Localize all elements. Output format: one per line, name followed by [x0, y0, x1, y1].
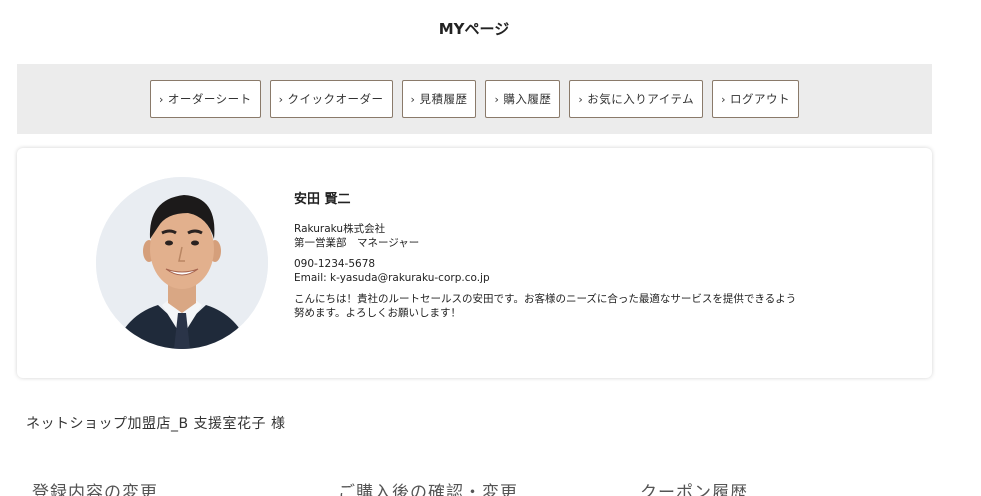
rep-department: 第一営業部 マネージャー — [294, 237, 420, 249]
section-registration-link[interactable]: 登録内容の変更 — [32, 478, 158, 496]
avatar — [96, 177, 268, 349]
chevron-right-icon: › — [494, 92, 500, 106]
nav-order-sheet-button[interactable]: › オーダーシート — [149, 80, 261, 118]
chevron-right-icon: › — [158, 92, 164, 106]
nav-label: 見積履歴 — [419, 92, 468, 106]
page-title: MYページ — [438, 20, 510, 38]
sales-rep-info: 安田 賢二 Rakuraku株式会社 第一営業部 マネージャー 090-1234… — [294, 193, 894, 327]
nav-logout-button[interactable]: › ログアウト — [712, 80, 800, 118]
rep-message-line: こんにちは！貴社のルートセールスの安田です。お客様のニーズに合った最適なサービス… — [294, 293, 797, 305]
nav-label: お気に入りアイテム — [587, 92, 695, 106]
rep-message-line: 努めます。よろしくお願いします！ — [294, 307, 461, 319]
section-post-purchase-link[interactable]: ご購入後の確認・変更 — [338, 478, 518, 496]
nav-favorites-button[interactable]: › お気に入りアイテム — [569, 80, 704, 118]
nav-label: 購入履歴 — [503, 92, 552, 106]
chevron-right-icon: › — [410, 92, 416, 106]
nav-label: クイックオーダー — [287, 92, 384, 106]
rep-affiliation: Rakuraku株式会社 第一営業部 マネージャー — [294, 222, 894, 250]
section-coupon-history-link[interactable]: クーポン履歴 — [640, 478, 748, 496]
nav-label: ログアウト — [730, 92, 791, 106]
nav-purchase-history-button[interactable]: › 購入履歴 — [485, 80, 561, 118]
nav-estimate-history-button[interactable]: › 見積履歴 — [401, 80, 477, 118]
nav-quick-order-button[interactable]: › クイックオーダー — [269, 80, 393, 118]
nav-bar: › オーダーシート › クイックオーダー › 見積履歴 › 購入履歴 › お気に… — [17, 64, 932, 134]
rep-name: 安田 賢二 — [294, 192, 351, 207]
avatar-portrait — [96, 177, 268, 349]
user-greeting: ネットショップ加盟店_B 支援室花子 様 — [26, 416, 286, 432]
sales-rep-card: 安田 賢二 Rakuraku株式会社 第一営業部 マネージャー 090-1234… — [17, 148, 932, 378]
rep-contact: 090-1234-5678 Email: k-yasuda@rakuraku-c… — [294, 257, 894, 285]
rep-message: こんにちは！貴社のルートセールスの安田です。お客様のニーズに合った最適なサービス… — [294, 292, 894, 320]
rep-company: Rakuraku株式会社 — [294, 223, 386, 235]
chevron-right-icon: › — [721, 92, 727, 106]
chevron-right-icon: › — [578, 92, 584, 106]
nav-label: オーダーシート — [167, 92, 252, 106]
mypage-sections: 登録内容の変更 ご購入後の確認・変更 クーポン履歴 — [0, 478, 981, 496]
rep-email: Email: k-yasuda@rakuraku-corp.co.jp — [294, 272, 490, 284]
chevron-right-icon: › — [278, 92, 284, 106]
rep-phone: 090-1234-5678 — [294, 258, 376, 270]
